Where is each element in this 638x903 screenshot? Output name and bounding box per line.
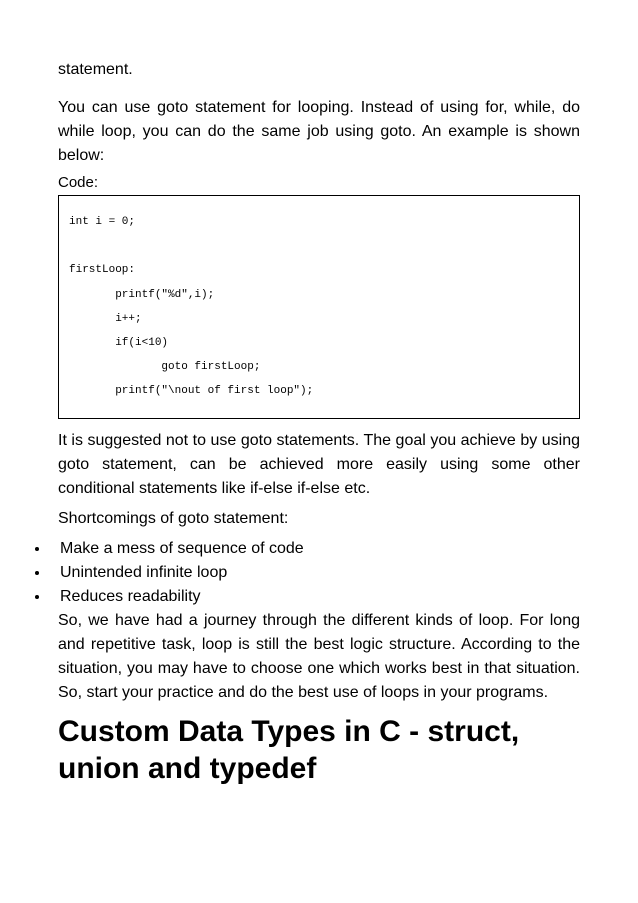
paragraph-statement: statement. <box>58 58 580 82</box>
code-label: Code: <box>58 174 580 191</box>
shortcomings-title: Shortcomings of goto statement: <box>58 507 580 531</box>
paragraph-conclusion: So, we have had a journey through the di… <box>58 609 580 705</box>
list-item: Unintended infinite loop <box>50 561 580 585</box>
code-block: int i = 0; firstLoop: printf("%d",i); i+… <box>58 195 580 419</box>
paragraph-suggestion: It is suggested not to use goto statemen… <box>58 429 580 501</box>
shortcomings-list: Make a mess of sequence of code Unintend… <box>22 537 580 609</box>
paragraph-goto-intro: You can use goto statement for looping. … <box>58 96 580 168</box>
list-item: Reduces readability <box>50 585 580 609</box>
section-heading: Custom Data Types in C - struct, union a… <box>58 713 580 788</box>
list-item: Make a mess of sequence of code <box>50 537 580 561</box>
